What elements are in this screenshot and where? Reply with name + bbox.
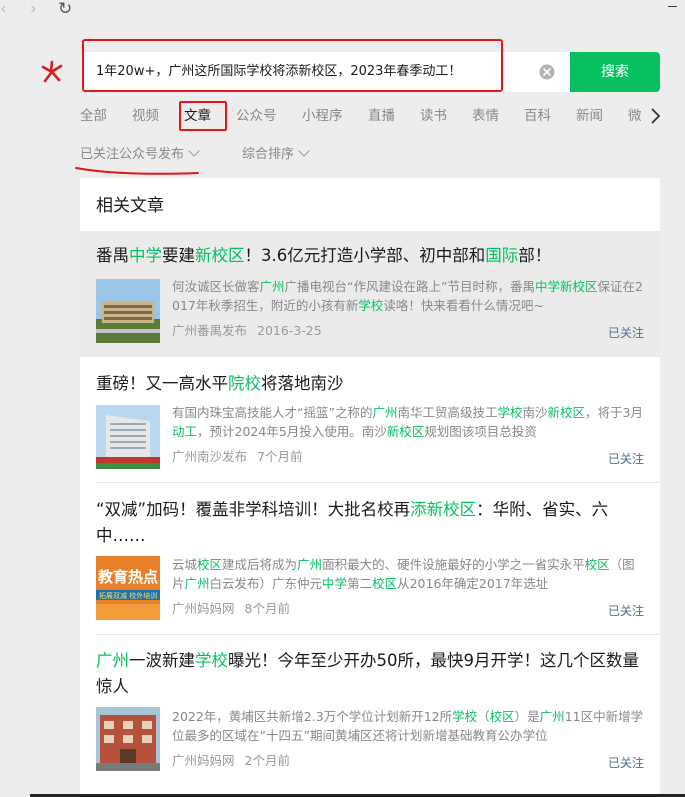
article-date: 2016-3-25 xyxy=(257,323,322,338)
followed-badge: 已关注 xyxy=(607,604,644,618)
article-item[interactable]: 广州一波新建学校曝光！今年至少开办50所，最快9月开学！这几个区数量惊人 202… xyxy=(80,635,660,797)
article-item[interactable]: 重磅！又一高水平院校将落地南沙 有国内珠宝高技能人才“摇篮”之称的广州南华工贸高… xyxy=(80,357,660,483)
article-title[interactable]: 番禺中学要建新校区！3.6亿元打造小学部、初中部和国际部！ xyxy=(96,243,646,269)
keyword-highlight: 新校区 xyxy=(386,424,425,439)
article-meta: 广州南沙发布 7个月前 xyxy=(172,448,312,466)
article-date: 7个月前 xyxy=(257,449,303,464)
followed-badge: 已关注 xyxy=(607,326,644,340)
filter-underline-annotation xyxy=(75,167,199,175)
article-summary: 2022年，黄埔区共新增2.3万个学位计划新开12所学校（校区）是广州11区中新… xyxy=(172,709,644,743)
keyword-highlight: 广州 xyxy=(96,651,129,670)
back-icon[interactable]: ‹ xyxy=(0,0,7,19)
browser-nav-bar: ‹ › ↻ xyxy=(0,0,685,22)
keyword-highlight: 广州 xyxy=(372,405,398,420)
article-source[interactable]: 广州番禺发布 xyxy=(172,323,247,338)
follow-filter-label: 已关注公众号发布 xyxy=(80,147,185,162)
keyword-highlight: 校区 xyxy=(372,576,398,591)
asterisk-logo-icon xyxy=(41,60,63,83)
article-item[interactable]: 番禺中学要建新校区！3.6亿元打造小学部、初中部和国际部！ 何汝诚区长做客广州广… xyxy=(80,231,660,357)
article-summary: 何汝诚区长做客广州广播电视台“作风建设在路上”节目时称，番禺中学新校区保证在20… xyxy=(172,279,643,313)
article-title[interactable]: “双减”加码！覆盖非学科培训！大批名校再添新校区：华附、省实、六中…… xyxy=(96,497,646,549)
keyword-highlight: 添新校区 xyxy=(410,500,477,519)
chevron-right-icon[interactable] xyxy=(648,106,662,126)
keyword-highlight: 国际 xyxy=(485,246,519,265)
thumbnail-caption: 教育热点 xyxy=(97,568,158,586)
article-summary: 云城校区建成后将成为广州面积最大的、硬件设施最好的小学之一省实永平校区（图片广州… xyxy=(172,557,635,591)
keyword-highlight: 新校区 xyxy=(547,405,586,420)
keyword-highlight: 院校 xyxy=(228,374,261,393)
article-meta: 广州妈妈网 2个月前 xyxy=(172,752,300,770)
sort-dropdown[interactable]: 综合排序 xyxy=(242,144,310,166)
tab-live[interactable]: 直播 xyxy=(368,104,395,128)
tab-all[interactable]: 全部 xyxy=(80,104,107,128)
article-title[interactable]: 重磅！又一高水平院校将落地南沙 xyxy=(96,371,646,397)
follow-filter-dropdown[interactable]: 已关注公众号发布 xyxy=(80,144,200,166)
article-thumbnail: 教育热点 拓展双减 校外培训 xyxy=(96,556,160,620)
keyword-highlight: 校区 xyxy=(584,557,610,572)
clear-icon[interactable] xyxy=(539,64,555,80)
search-button[interactable]: 搜索 xyxy=(570,52,660,92)
keyword-highlight: 中学 xyxy=(322,576,348,591)
followed-badge: 已关注 xyxy=(607,452,644,466)
keyword-highlight: 动工 xyxy=(172,424,198,439)
tab-mini-programs[interactable]: 小程序 xyxy=(302,104,343,128)
keyword-highlight: 广州 xyxy=(539,709,565,724)
keyword-highlight: 中学 xyxy=(129,246,162,265)
tab-encyclopedia[interactable]: 百科 xyxy=(524,104,551,128)
keyword-highlight: 广州 xyxy=(297,557,323,572)
refresh-icon[interactable]: ↻ xyxy=(58,0,72,19)
minimize-icon[interactable] xyxy=(668,6,677,7)
keyword-highlight: 校区 xyxy=(489,709,515,724)
article-item[interactable]: “双减”加码！覆盖非学科培训！大批名校再添新校区：华附、省实、六中…… 教育热点… xyxy=(80,483,660,635)
tab-more[interactable]: 微 xyxy=(628,104,642,128)
keyword-highlight: 学校 xyxy=(452,709,478,724)
tab-books[interactable]: 读书 xyxy=(420,104,447,128)
tab-video[interactable]: 视频 xyxy=(132,104,159,128)
article-summary: 有国内珠宝高技能人才“摇篮”之称的广州南华工贸高级技工学校南沙新校区，将于3月动… xyxy=(172,405,643,439)
chevron-down-icon xyxy=(188,145,200,157)
article-date: 2个月前 xyxy=(244,753,290,768)
results-panel: 相关文章 番禺中学要建新校区！3.6亿元打造小学部、初中部和国际部！ 何汝诚区长… xyxy=(80,178,660,797)
keyword-highlight: 广州 xyxy=(259,279,285,294)
tab-official-accounts[interactable]: 公众号 xyxy=(236,104,277,128)
article-thumbnail xyxy=(96,405,160,469)
keyword-highlight: 校区 xyxy=(197,557,223,572)
article-title[interactable]: 广州一波新建学校曝光！今年至少开办50所，最快9月开学！这几个区数量惊人 xyxy=(96,648,646,700)
article-thumbnail xyxy=(96,279,160,343)
search-box xyxy=(83,52,570,92)
keyword-highlight: 新校区 xyxy=(195,246,245,265)
forward-icon[interactable]: › xyxy=(30,0,37,19)
article-thumbnail xyxy=(96,707,160,771)
sort-label: 综合排序 xyxy=(242,147,295,162)
section-title: 相关文章 xyxy=(96,196,164,216)
tab-articles[interactable]: 文章 xyxy=(184,104,211,128)
article-source[interactable]: 广州南沙发布 xyxy=(172,449,247,464)
keyword-highlight: 学校 xyxy=(195,651,228,670)
article-source[interactable]: 广州妈妈网 xyxy=(172,601,235,616)
followed-badge: 已关注 xyxy=(607,756,644,770)
keyword-highlight: 广州 xyxy=(184,576,210,591)
tab-news[interactable]: 新闻 xyxy=(576,104,603,128)
article-meta: 广州妈妈网 8个月前 xyxy=(172,600,300,618)
search-input[interactable] xyxy=(96,52,536,92)
keyword-highlight: 中学新校区 xyxy=(534,279,598,294)
tab-stickers[interactable]: 表情 xyxy=(472,104,499,128)
category-tabs: 全部 视频 文章 公众号 小程序 直播 读书 表情 百科 新闻 微 xyxy=(80,104,655,128)
article-meta: 广州番禺发布 2016-3-25 xyxy=(172,322,332,340)
chevron-down-icon xyxy=(298,145,310,157)
thumbnail-subcaption: 拓展双减 校外培训 xyxy=(99,591,157,600)
article-source[interactable]: 广州妈妈网 xyxy=(172,753,235,768)
keyword-highlight: 学校 xyxy=(358,298,384,313)
article-date: 8个月前 xyxy=(244,601,290,616)
keyword-highlight: 学校 xyxy=(497,405,523,420)
